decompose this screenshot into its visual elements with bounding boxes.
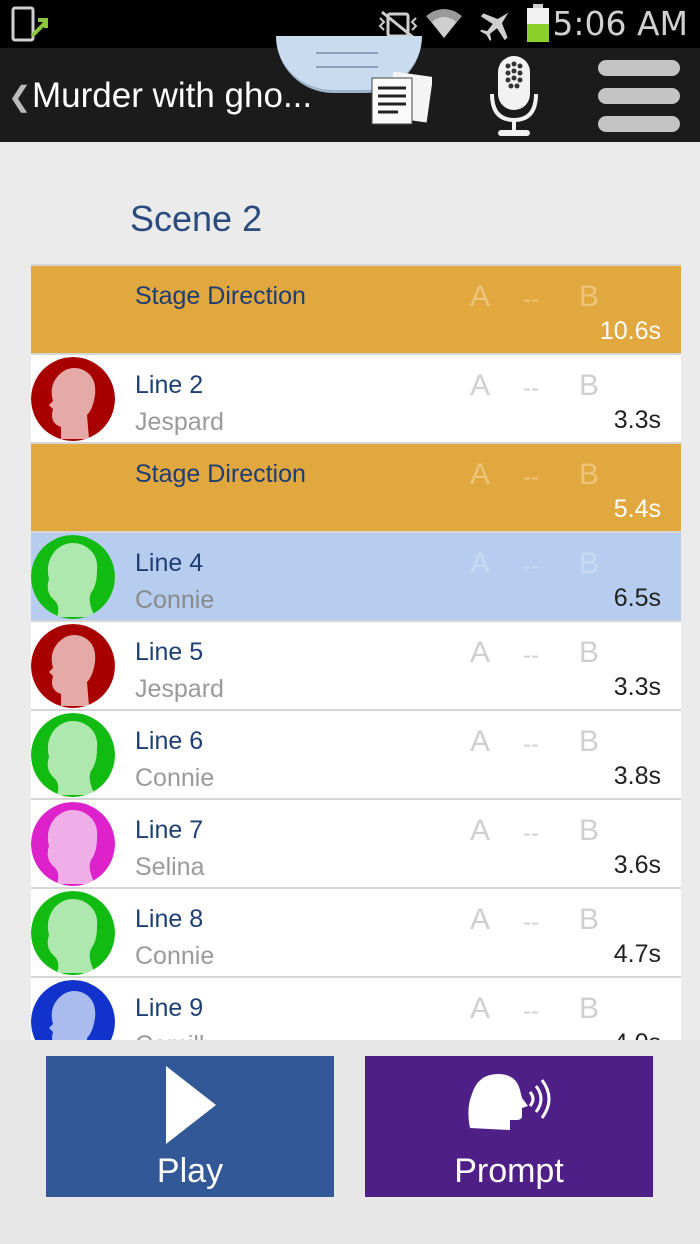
play-button[interactable]: Play — [46, 1056, 334, 1197]
line-row[interactable]: Line 5 Jespard A -- B 3.3s — [31, 622, 681, 711]
line-row[interactable]: Line 4 Connie A -- B 6.5s — [31, 533, 681, 622]
male-avatar-icon — [31, 980, 115, 1042]
ab-separator: -- — [523, 642, 539, 669]
play-label: Play — [156, 1152, 224, 1190]
female-avatar-icon — [31, 713, 115, 797]
scene-title: Scene 2 — [130, 198, 263, 239]
line-label: Line 5 — [135, 638, 204, 666]
ab-separator: -- — [523, 375, 539, 402]
point-b-marker[interactable]: B — [579, 992, 599, 1026]
character-name: Jespard — [135, 408, 224, 436]
male-avatar-icon — [31, 357, 115, 441]
ab-separator: -- — [523, 909, 539, 936]
point-a-marker[interactable]: A — [470, 725, 490, 759]
female-avatar-icon — [31, 802, 115, 886]
speaking-head-icon — [468, 1074, 551, 1130]
line-list[interactable]: Stage Direction A -- B 10.6s Line 2 Jespard A -… — [31, 264, 681, 1042]
app-title[interactable]: Murder with gho... — [32, 76, 312, 116]
point-a-marker[interactable]: A — [470, 636, 490, 670]
line-duration: 3.3s — [613, 673, 661, 701]
ab-separator: -- — [523, 464, 539, 491]
ab-separator: -- — [523, 820, 539, 847]
battery-icon — [527, 4, 549, 42]
point-b-marker[interactable]: B — [579, 547, 599, 581]
stage-direction-row[interactable]: Stage Direction A -- B 5.4s — [31, 444, 681, 533]
character-name: Connie — [135, 942, 215, 970]
ab-separator: -- — [523, 286, 539, 313]
line-label: Line 6 — [135, 727, 204, 755]
stage-direction-label: Stage Direction — [135, 460, 306, 488]
play-icon — [166, 1066, 216, 1144]
microphone-icon[interactable] — [488, 54, 540, 138]
line-duration: 3.8s — [613, 762, 661, 790]
line-duration: 6.5s — [613, 584, 661, 612]
character-name: Selina — [135, 853, 205, 881]
character-name: Jespard — [135, 675, 224, 703]
male-avatar-icon — [31, 624, 115, 708]
point-a-marker[interactable]: A — [470, 992, 490, 1026]
line-duration: 5.4s — [613, 495, 661, 523]
prompt-button[interactable]: Prompt — [365, 1056, 653, 1197]
line-label: Line 9 — [135, 994, 204, 1022]
point-b-marker[interactable]: B — [579, 636, 599, 670]
stage-direction-row[interactable]: Stage Direction A -- B 10.6s — [31, 266, 681, 355]
point-b-marker[interactable]: B — [579, 725, 599, 759]
ab-separator: -- — [523, 731, 539, 758]
point-b-marker[interactable]: B — [579, 458, 599, 492]
ab-separator: -- — [523, 553, 539, 580]
action-bar: ❮ Murder with gho... — [0, 36, 700, 142]
line-row[interactable]: Line 9CamillA--B4.0s — [31, 978, 681, 1042]
line-row[interactable]: Line 2 Jespard A -- B 3.3s — [31, 355, 681, 444]
line-row[interactable]: Line 6 Connie A -- B 3.8s — [31, 711, 681, 800]
line-row[interactable]: Line 8 Connie A -- B 4.7s — [31, 889, 681, 978]
point-a-marker[interactable]: A — [470, 369, 490, 403]
female-avatar-icon — [31, 891, 115, 975]
wifi-icon — [426, 9, 462, 38]
line-duration: 4.7s — [613, 940, 661, 968]
female-avatar-icon — [31, 535, 115, 619]
character-name: Connie — [135, 586, 215, 614]
point-b-marker[interactable]: B — [579, 369, 599, 403]
prompt-label: Prompt — [454, 1152, 564, 1190]
airplane-icon — [480, 12, 509, 41]
point-a-marker[interactable]: A — [470, 547, 490, 581]
point-a-marker[interactable]: A — [470, 903, 490, 937]
point-a-marker[interactable]: A — [470, 814, 490, 848]
phone-update-icon — [11, 6, 48, 42]
status-clock: 5:06 AM — [552, 4, 688, 43]
character-name: Connie — [135, 764, 215, 792]
line-label: Line 2 — [135, 371, 204, 399]
line-duration: 3.6s — [613, 851, 661, 879]
point-b-marker[interactable]: B — [579, 814, 599, 848]
line-label: Line 4 — [135, 549, 204, 577]
point-a-marker[interactable]: A — [470, 280, 490, 314]
point-b-marker[interactable]: B — [579, 903, 599, 937]
line-duration: 10.6s — [599, 317, 661, 345]
point-a-marker[interactable]: A — [470, 458, 490, 492]
script-icon[interactable] — [368, 72, 432, 126]
line-label: Line 7 — [135, 816, 204, 844]
line-label: Line 8 — [135, 905, 204, 933]
menu-icon[interactable] — [598, 58, 682, 132]
point-b-marker[interactable]: B — [579, 280, 599, 314]
back-chevron-icon[interactable]: ❮ — [8, 80, 31, 113]
line-duration: 3.3s — [613, 406, 661, 434]
line-row[interactable]: Line 7 Selina A -- B 3.6s — [31, 800, 681, 889]
ab-separator: -- — [523, 998, 539, 1025]
stage-direction-label: Stage Direction — [135, 282, 306, 310]
